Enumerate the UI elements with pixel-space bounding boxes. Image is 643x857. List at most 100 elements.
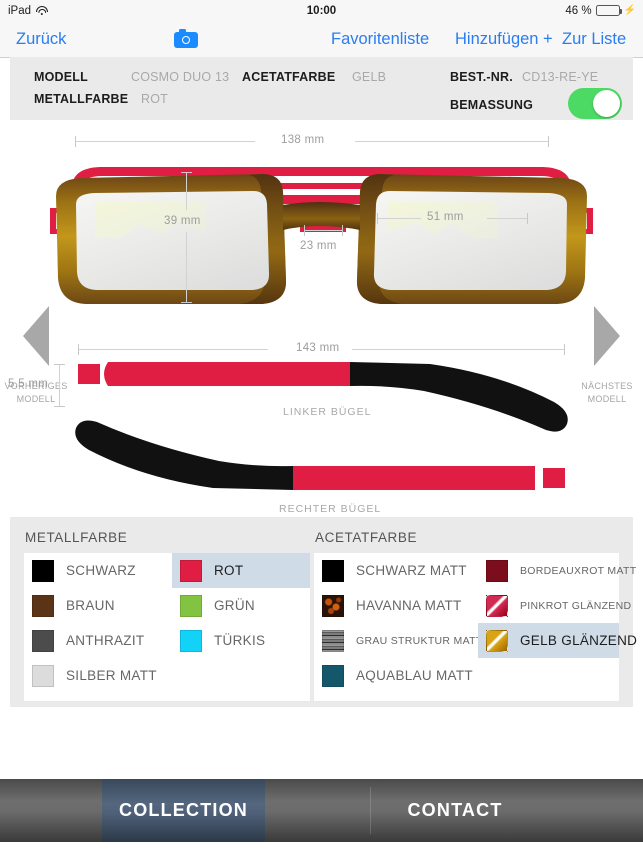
option-label: GELB GLÄNZEND bbox=[520, 633, 638, 648]
width-tick-right bbox=[548, 136, 549, 147]
battery-icon bbox=[595, 5, 622, 16]
metal-swatch-panel: SCHWARZ BRAUN ANTHRAZIT SILBER MATT ROT GRÜN… bbox=[24, 553, 310, 701]
dimension-label: BEMASSUNG bbox=[450, 98, 534, 112]
acetate-option-aquablau-matt[interactable]: AQUABLAU MATT bbox=[314, 658, 478, 693]
color-swatch bbox=[180, 594, 202, 617]
acetate-option-pinkrot-gl-nzend[interactable]: PINKROT GLÄNZEND bbox=[478, 588, 631, 623]
lens-width-value: 51 mm bbox=[427, 211, 464, 223]
option-label: BORDEAUXROT MATT bbox=[520, 564, 637, 577]
product-stage: VORHERIGES MODELL NÄCHSTES MODELL 138 mm bbox=[0, 120, 643, 515]
bridge-tick-left bbox=[304, 225, 305, 236]
lens-width-tick-right bbox=[527, 213, 528, 224]
status-bar-time: 10:00 bbox=[306, 4, 337, 17]
camera-icon[interactable] bbox=[174, 29, 198, 48]
bridge-tick-right bbox=[342, 225, 343, 236]
status-bar: iPad 10:00 46 % ⚡ bbox=[0, 0, 643, 21]
metal-color-title: METALLFARBE bbox=[25, 530, 128, 545]
right-temple-caption: RECHTER BÜGEL bbox=[279, 503, 382, 515]
width-tick-left bbox=[75, 136, 76, 147]
temple-length-line-right bbox=[352, 349, 564, 350]
acetate-color-title: ACETATFARBE bbox=[315, 530, 418, 545]
left-temple-caption: LINKER BÜGEL bbox=[283, 406, 372, 418]
color-swatch bbox=[486, 594, 508, 617]
tab-bar: COLLECTION CONTACT bbox=[0, 779, 643, 842]
temple-length-line-left bbox=[78, 349, 268, 350]
acetate-swatch-panel: SCHWARZ MATT HAVANNA MATT GRAU STRUKTUR MA… bbox=[314, 553, 637, 701]
add-button[interactable]: Hinzufügen + bbox=[455, 21, 553, 57]
glasses-front-illustration bbox=[50, 167, 593, 304]
model-value: COSMO DUO 13 bbox=[131, 70, 230, 84]
bridge-line bbox=[304, 230, 342, 231]
width-dim-line-left bbox=[75, 141, 255, 142]
acetate-option-havanna-matt[interactable]: HAVANNA MATT bbox=[314, 588, 478, 623]
temples-illustration bbox=[75, 362, 568, 490]
back-button[interactable]: Zurück bbox=[16, 21, 66, 57]
color-swatch bbox=[32, 629, 54, 652]
battery-percent: 46 % bbox=[565, 4, 592, 17]
acetate-option-grau-struktur-matt[interactable]: GRAU STRUKTUR MATT bbox=[314, 623, 482, 658]
option-label: ANTHRAZIT bbox=[66, 633, 145, 648]
metal-option-anthrazit[interactable]: ANTHRAZIT bbox=[24, 623, 172, 658]
acetate-option-bordeauxrot-matt[interactable]: BORDEAUXROT MATT bbox=[478, 553, 636, 588]
option-label: GRAU STRUKTUR MATT bbox=[356, 634, 483, 647]
color-swatch bbox=[486, 629, 508, 652]
option-label: PINKROT GLÄNZEND bbox=[520, 599, 632, 612]
metal-option-schwarz[interactable]: SCHWARZ bbox=[24, 553, 172, 588]
color-swatch bbox=[322, 664, 344, 687]
option-label: GRÜN bbox=[214, 598, 255, 613]
navigation-bar: Zurück Favoritenliste Hinzufügen + Zur L… bbox=[0, 21, 643, 58]
color-swatch bbox=[322, 629, 344, 652]
metal-option-t-rkis[interactable]: TÜRKIS bbox=[172, 623, 310, 658]
color-swatch bbox=[32, 664, 54, 687]
lens-width-line-left bbox=[377, 218, 421, 219]
option-label: ROT bbox=[214, 563, 244, 578]
color-swatch bbox=[180, 559, 202, 582]
lens-height-line-bottom bbox=[186, 232, 187, 302]
status-bar-right: 46 % ⚡ bbox=[565, 5, 636, 17]
lens-height-value: 39 mm bbox=[164, 215, 201, 227]
lens-height-tick-bottom bbox=[181, 302, 192, 303]
to-list-button[interactable]: Zur Liste bbox=[562, 21, 626, 57]
option-label: SCHWARZ MATT bbox=[356, 563, 467, 578]
right-temple bbox=[75, 420, 565, 490]
metal-value: ROT bbox=[141, 92, 168, 106]
model-label: MODELL bbox=[34, 70, 88, 84]
metal-option-silber-matt[interactable]: SILBER MATT bbox=[24, 658, 172, 693]
width-dim-line-right bbox=[355, 141, 548, 142]
acetate-option-schwarz-matt[interactable]: SCHWARZ MATT bbox=[314, 553, 478, 588]
metal-option-rot[interactable]: ROT bbox=[172, 553, 310, 588]
option-label: HAVANNA MATT bbox=[356, 598, 462, 613]
metal-label: METALLFARBE bbox=[34, 92, 129, 106]
app-root: iPad 10:00 46 % ⚡ Zurück Favoritenliste … bbox=[0, 0, 643, 857]
option-label: AQUABLAU MATT bbox=[356, 668, 473, 683]
temple-length-tick-left bbox=[78, 344, 79, 355]
order-number-value: CD13-RE-YE bbox=[522, 70, 599, 84]
metal-option-braun[interactable]: BRAUN bbox=[24, 588, 172, 623]
lens-height-tick-top bbox=[181, 172, 192, 173]
color-swatch bbox=[180, 629, 202, 652]
favorites-button[interactable]: Favoritenliste bbox=[331, 21, 429, 57]
option-label: SCHWARZ bbox=[66, 563, 136, 578]
temple-length-value: 143 mm bbox=[296, 342, 340, 354]
bridge-value: 23 mm bbox=[300, 240, 337, 252]
toggle-knob bbox=[593, 90, 620, 117]
left-temple bbox=[78, 362, 568, 432]
color-swatch bbox=[32, 594, 54, 617]
dimension-toggle[interactable] bbox=[568, 88, 622, 119]
frame-width-value: 138 mm bbox=[281, 134, 325, 146]
acetate-option-gelb-gl-nzend[interactable]: GELB GLÄNZEND bbox=[478, 623, 637, 658]
acetate-label: ACETATFARBE bbox=[242, 70, 336, 84]
charging-bolt-icon: ⚡ bbox=[623, 5, 636, 16]
info-bar: MODELL COSMO DUO 13 ACETATFARBE GELB MET… bbox=[10, 57, 633, 120]
option-label: TÜRKIS bbox=[214, 633, 266, 648]
metal-option-gr-n[interactable]: GRÜN bbox=[172, 588, 310, 623]
order-number-label: BEST.-NR. bbox=[450, 70, 513, 84]
option-label: BRAUN bbox=[66, 598, 115, 613]
temple-length-tick-right bbox=[564, 344, 565, 355]
color-swatch bbox=[32, 559, 54, 582]
lens-height-line-top bbox=[186, 172, 187, 210]
tab-contact[interactable]: CONTACT bbox=[370, 779, 540, 842]
tab-collection[interactable]: COLLECTION bbox=[102, 779, 265, 842]
color-swatch bbox=[322, 559, 344, 582]
color-swatch bbox=[322, 594, 344, 617]
